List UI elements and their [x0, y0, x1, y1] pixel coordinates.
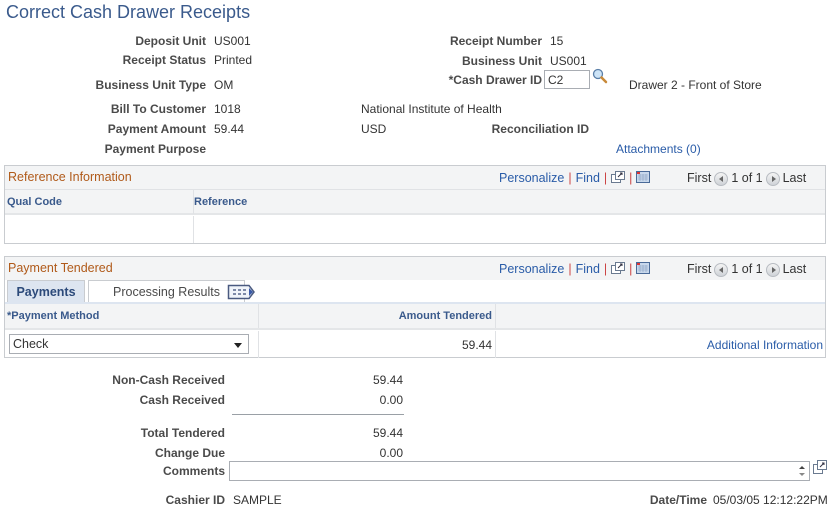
business-unit-value: US001	[550, 54, 587, 68]
row-count: 1 of 1	[731, 171, 763, 185]
reference-information-grid: Reference Information Personalize | Find | …	[4, 165, 826, 244]
reconciliation-id-label: Reconciliation ID	[491, 122, 589, 136]
personalize-link[interactable]: Personalize	[499, 262, 564, 276]
payment-grid-pager: First 1 of 1 Last	[687, 262, 806, 277]
reference-grid-title: Reference Information	[8, 170, 132, 184]
tab-payments[interactable]: Payments	[7, 280, 85, 302]
datetime-label: Date/Time	[649, 493, 707, 507]
cash-received-label: Cash Received	[139, 393, 225, 407]
page-title: Correct Cash Drawer Receipts	[6, 2, 251, 22]
payment-method-select[interactable]: Check	[9, 334, 249, 354]
payment-grid-toolbar: Personalize | Find | |	[499, 262, 651, 277]
cashier-id-label: Cashier ID	[165, 493, 225, 507]
receipt-status-label: Receipt Status	[122, 53, 206, 67]
bill-to-customer-value: 1018	[214, 102, 241, 116]
payment-amount-label: Payment Amount	[107, 122, 206, 136]
business-unit-type-label: Business Unit Type	[95, 78, 206, 92]
attachments-link[interactable]: Attachments (0)	[616, 142, 701, 156]
next-row-icon[interactable]	[765, 262, 780, 277]
last-label: Last	[782, 262, 807, 276]
reference-grid-toolbar: Personalize | Find | |	[499, 171, 651, 186]
deposit-unit-value: US001	[214, 34, 251, 48]
currency-code: USD	[361, 122, 387, 136]
payment-grid-column-headers: *Payment Method Amount Tendered	[5, 304, 825, 330]
reference-grid-column-headers: Qual Code Reference	[5, 189, 825, 215]
payment-grid-title: Payment Tendered	[8, 261, 113, 275]
row-count: 1 of 1	[731, 262, 763, 276]
receipt-number-value: 15	[550, 34, 564, 48]
table-row: Check 59.44 Additional Information	[5, 331, 825, 358]
business-unit-type-value: OM	[214, 78, 234, 92]
non-cash-received-value: 59.44	[372, 373, 403, 387]
total-tendered-label: Total Tendered	[140, 426, 225, 440]
comments-textarea[interactable]	[229, 461, 810, 481]
chevron-down-icon	[234, 343, 242, 348]
new-window-icon[interactable]	[611, 262, 626, 277]
column-header-amount-tendered[interactable]: Amount Tendered	[399, 310, 492, 322]
customer-name: National Institute of Health	[361, 102, 502, 116]
totals-divider	[232, 414, 404, 415]
deposit-unit-label: Deposit Unit	[135, 34, 206, 48]
payment-purpose-label: Payment Purpose	[104, 142, 206, 156]
first-label: First	[687, 262, 712, 276]
first-label: First	[687, 171, 712, 185]
datetime-value: 05/03/05 12:12:22PM	[713, 493, 828, 507]
payment-tendered-grid: Payment Tendered Personalize | Find | | Fir…	[4, 256, 826, 358]
cashier-id-value: SAMPLE	[233, 493, 282, 507]
total-tendered-value: 59.44	[372, 426, 403, 440]
last-label: Last	[782, 171, 807, 185]
download-grid-icon[interactable]	[636, 171, 651, 186]
previous-row-icon[interactable]	[714, 262, 729, 277]
cash-received-value: 0.00	[379, 393, 403, 407]
download-grid-icon[interactable]	[636, 262, 651, 277]
expand-comments-icon[interactable]	[813, 460, 827, 477]
amount-tendered-value: 59.44	[461, 338, 492, 352]
payment-amount-value: 59.44	[214, 122, 245, 136]
comments-label: Comments	[162, 464, 225, 478]
receipt-number-label: Receipt Number	[449, 34, 542, 48]
bill-to-customer-label: Bill To Customer	[110, 102, 206, 116]
non-cash-received-label: Non-Cash Received	[112, 373, 225, 387]
business-unit-label: Business Unit	[461, 54, 542, 68]
new-window-icon[interactable]	[611, 171, 626, 186]
change-due-label: Change Due	[154, 446, 225, 460]
find-link[interactable]: Find	[576, 171, 600, 185]
next-row-icon[interactable]	[765, 171, 780, 186]
lookup-icon[interactable]	[592, 68, 608, 87]
additional-information-link[interactable]: Additional Information	[707, 338, 823, 352]
reference-grid-pager: First 1 of 1 Last	[687, 171, 806, 186]
table-row	[5, 216, 825, 243]
cash-drawer-id-label: *Cash Drawer ID	[448, 73, 542, 87]
change-due-value: 0.00	[379, 446, 403, 460]
comments-scrollbar[interactable]	[797, 463, 807, 482]
tab-processing-results[interactable]: Processing Results	[88, 280, 245, 302]
cash-drawer-description: Drawer 2 - Front of Store	[629, 78, 762, 92]
previous-row-icon[interactable]	[714, 171, 729, 186]
receipt-status-value: Printed	[214, 53, 253, 67]
column-header-reference[interactable]: Reference	[194, 196, 247, 208]
personalize-link[interactable]: Personalize	[499, 171, 564, 185]
show-all-columns-icon[interactable]	[227, 284, 257, 303]
payment-method-selected-value: Check	[13, 337, 49, 351]
column-header-payment-method[interactable]: *Payment Method	[7, 310, 99, 322]
payment-grid-header: Payment Tendered Personalize | Find | | Fir…	[5, 257, 825, 280]
cash-drawer-id-input[interactable]	[544, 70, 590, 89]
reference-grid-header: Reference Information Personalize | Find | …	[5, 166, 825, 189]
find-link[interactable]: Find	[576, 262, 600, 276]
column-header-qual-code[interactable]: Qual Code	[7, 196, 62, 208]
